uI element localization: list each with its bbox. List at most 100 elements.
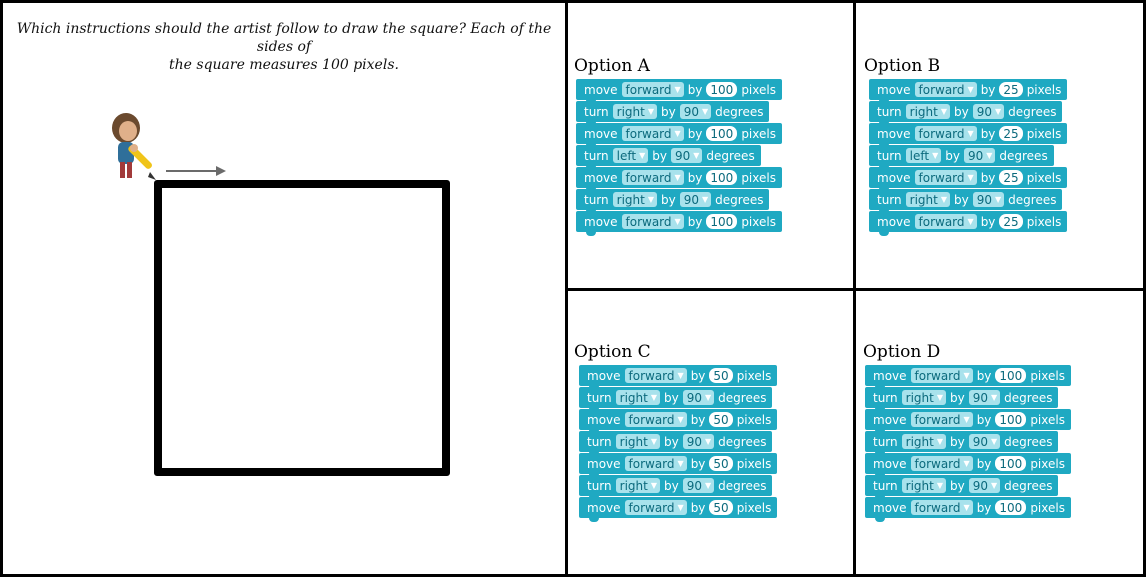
block-by: by [690,500,706,515]
direction-dropdown[interactable]: right ▼ [615,434,660,449]
move-block[interactable]: move forward ▼ by 100 pixels [576,79,782,104]
amount-field[interactable]: 100 [706,214,738,229]
dropdown-arrow-icon: ▼ [995,195,1002,204]
direction-dropdown[interactable]: right ▼ [612,192,657,207]
block-by: by [980,126,996,141]
direction-dropdown[interactable]: forward ▼ [910,500,973,515]
direction-dropdown[interactable]: forward ▼ [910,368,973,383]
direction-dropdown[interactable]: forward ▼ [624,500,687,515]
move-block[interactable]: move forward ▼ by 50 pixels [579,409,778,434]
amount-dropdown[interactable]: 90 ▼ [679,104,712,119]
direction-dropdown[interactable]: right ▼ [615,478,660,493]
amount-value: 90 [686,390,702,405]
block-verb: move [584,214,618,229]
direction-value: forward [914,456,961,471]
amount-dropdown[interactable]: 90 ▼ [682,478,715,493]
block-unit: pixels [1026,126,1062,141]
move-block[interactable]: move forward ▼ by 100 pixels [576,167,782,192]
direction-dropdown[interactable]: forward ▼ [624,368,687,383]
amount-field[interactable]: 25 [999,170,1023,185]
amount-field[interactable]: 100 [706,82,738,97]
direction-dropdown[interactable]: forward ▼ [914,170,977,185]
direction-dropdown[interactable]: right ▼ [901,434,946,449]
amount-field[interactable]: 50 [709,456,733,471]
move-block[interactable]: move forward ▼ by 100 pixels [865,497,1071,522]
turn-block[interactable]: turn left ▼ by 90 ▼ degrees [869,145,1054,170]
amount-field[interactable]: 100 [706,126,738,141]
amount-dropdown[interactable]: 90 ▼ [670,148,703,163]
move-block[interactable]: move forward ▼ by 100 pixels [865,365,1071,390]
amount-field[interactable]: 100 [995,368,1027,383]
amount-field[interactable]: 50 [709,368,733,383]
turn-block[interactable]: turn left ▼ by 90 ▼ degrees [576,145,761,170]
amount-dropdown[interactable]: 90 ▼ [682,434,715,449]
amount-field[interactable]: 25 [999,82,1023,97]
block-verb: turn [877,104,902,119]
turn-block[interactable]: turn right ▼ by 90 ▼ degrees [865,475,1059,500]
turn-block[interactable]: turn right ▼ by 90 ▼ degrees [869,101,1063,126]
amount-dropdown[interactable]: 90 ▼ [682,390,715,405]
move-block[interactable]: move forward ▼ by 25 pixels [869,79,1068,104]
amount-dropdown[interactable]: 90 ▼ [968,390,1001,405]
move-block[interactable]: move forward ▼ by 50 pixels [579,497,778,522]
turn-block[interactable]: turn right ▼ by 90 ▼ degrees [576,189,770,214]
direction-dropdown[interactable]: right ▼ [905,192,950,207]
amount-dropdown[interactable]: 90 ▼ [968,434,1001,449]
direction-dropdown[interactable]: forward ▼ [624,412,687,427]
amount-field[interactable]: 100 [706,170,738,185]
move-block[interactable]: move forward ▼ by 25 pixels [869,123,1068,148]
move-block[interactable]: move forward ▼ by 50 pixels [579,453,778,478]
move-block[interactable]: move forward ▼ by 25 pixels [869,211,1068,236]
direction-dropdown[interactable]: right ▼ [901,390,946,405]
amount-dropdown[interactable]: 90 ▼ [972,104,1005,119]
move-block[interactable]: move forward ▼ by 100 pixels [576,211,782,236]
question-line-1: Which instructions should the artist fol… [16,21,552,55]
direction-dropdown[interactable]: forward ▼ [914,214,977,229]
direction-dropdown[interactable]: forward ▼ [914,82,977,97]
move-block[interactable]: move forward ▼ by 50 pixels [579,365,778,390]
move-block[interactable]: move forward ▼ by 100 pixels [865,409,1071,434]
direction-dropdown[interactable]: right ▼ [615,390,660,405]
direction-dropdown[interactable]: forward ▼ [621,82,684,97]
move-block[interactable]: move forward ▼ by 25 pixels [869,167,1068,192]
direction-dropdown[interactable]: forward ▼ [914,126,977,141]
direction-dropdown[interactable]: left ▼ [905,148,942,163]
amount-dropdown[interactable]: 90 ▼ [679,192,712,207]
amount-field[interactable]: 50 [709,500,733,515]
amount-dropdown[interactable]: 90 ▼ [968,478,1001,493]
direction-value: right [909,192,938,207]
direction-dropdown[interactable]: right ▼ [905,104,950,119]
direction-dropdown[interactable]: forward ▼ [621,170,684,185]
direction-dropdown[interactable]: left ▼ [612,148,649,163]
direction-value: right [905,390,934,405]
direction-dropdown[interactable]: forward ▼ [910,456,973,471]
amount-field[interactable]: 100 [995,456,1027,471]
turn-block[interactable]: turn right ▼ by 90 ▼ degrees [579,475,773,500]
direction-value: forward [628,368,675,383]
direction-dropdown[interactable]: right ▼ [901,478,946,493]
amount-dropdown[interactable]: 90 ▼ [963,148,996,163]
direction-dropdown[interactable]: forward ▼ [910,412,973,427]
turn-block[interactable]: turn right ▼ by 90 ▼ degrees [869,189,1063,214]
move-block[interactable]: move forward ▼ by 100 pixels [865,453,1071,478]
amount-field[interactable]: 100 [995,500,1027,515]
move-block[interactable]: move forward ▼ by 100 pixels [576,123,782,148]
direction-dropdown[interactable]: forward ▼ [621,214,684,229]
direction-dropdown[interactable]: forward ▼ [624,456,687,471]
turn-block[interactable]: turn right ▼ by 90 ▼ degrees [865,431,1059,456]
amount-field[interactable]: 100 [995,412,1027,427]
direction-dropdown[interactable]: forward ▼ [621,126,684,141]
amount-field[interactable]: 50 [709,412,733,427]
dropdown-arrow-icon: ▼ [995,107,1002,116]
block-by: by [690,412,706,427]
amount-field[interactable]: 25 [999,126,1023,141]
amount-field[interactable]: 25 [999,214,1023,229]
turn-block[interactable]: turn right ▼ by 90 ▼ degrees [579,387,773,412]
turn-block[interactable]: turn right ▼ by 90 ▼ degrees [576,101,770,126]
amount-value: 90 [686,478,702,493]
direction-value: forward [914,500,961,515]
amount-dropdown[interactable]: 90 ▼ [972,192,1005,207]
turn-block[interactable]: turn right ▼ by 90 ▼ degrees [865,387,1059,412]
turn-block[interactable]: turn right ▼ by 90 ▼ degrees [579,431,773,456]
direction-dropdown[interactable]: right ▼ [612,104,657,119]
